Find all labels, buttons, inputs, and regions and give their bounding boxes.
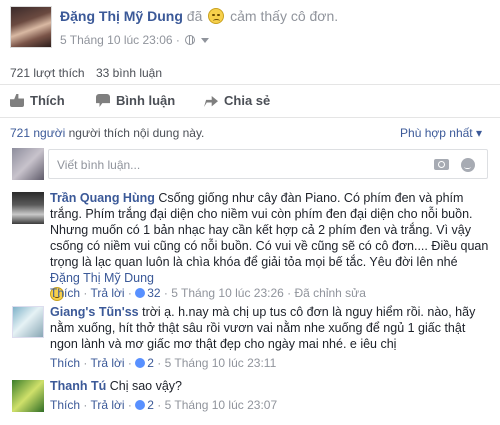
comment-placeholder: Viết bình luận... [57,158,141,172]
post-header: Đặng Thị Mỹ Dung đã cảm thấy cô đơn. 5 T… [0,0,500,62]
comment-time[interactable]: 5 Tháng 10 lúc 23:07 [165,398,278,412]
share-label: Chia sẻ [224,93,271,108]
comment-meta: Thích · Trả lời · 32 · 5 Tháng 10 lúc 23… [50,286,366,300]
reaction-count[interactable]: 32 [147,286,160,300]
likes-summary: 721 người người thích nội dung này. [10,126,204,140]
comment-body: Giang's Tũn'ss trời ạ. h.nay mà chị up t… [50,304,490,352]
sad-face-icon [208,8,225,24]
post-timestamp[interactable]: 5 Tháng 10 lúc 23:06 · [60,33,180,47]
comment-text: Chị sao vậy? [109,379,182,393]
comment-reply-link[interactable]: Trả lời [90,286,124,300]
comment-time[interactable]: 5 Tháng 10 lúc 23:26 [171,286,284,300]
author-avatar[interactable] [10,6,52,48]
commenter-name[interactable]: Trần Quang Hùng [50,191,155,205]
comment-time[interactable]: 5 Tháng 10 lúc 23:11 [165,356,277,370]
comment-like-link[interactable]: Thích [50,356,80,370]
compose-row: Viết bình luận... [0,146,500,182]
action-prefix: đã [186,8,203,24]
commenter-name[interactable]: Giang's Tũn'ss [50,305,139,319]
comment-like-link[interactable]: Thích [50,398,80,412]
comment-input[interactable]: Viết bình luận... [48,149,488,179]
commenter-avatar[interactable] [12,306,44,338]
like-button[interactable]: Thích [10,93,65,108]
reaction-count[interactable]: 2 [147,398,154,412]
comment-reply-link[interactable]: Trả lời [90,398,124,412]
sort-dropdown[interactable]: Phù hợp nhất ▾ [400,126,482,140]
post-meta: 5 Tháng 10 lúc 23:06 · [60,33,209,47]
like-label: Thích [30,93,65,108]
reaction-icon [135,358,146,368]
comment-count[interactable]: 33 bình luận [96,66,162,80]
commenter-avatar[interactable] [12,192,44,224]
action-bar: Thích Bình luận Chia sẻ [0,84,500,118]
commenter-avatar[interactable] [12,380,44,412]
feeling-text: cảm thấy cô đơn. [230,8,339,24]
comment-meta: Thích · Trả lời · 2 · 5 Tháng 10 lúc 23:… [50,398,278,412]
thumbs-up-icon [10,94,24,107]
tagged-user[interactable]: Đặng Thị Mỹ Dung [50,271,154,285]
reaction-icon [135,288,146,298]
commenter-name[interactable]: Thanh Tú [50,379,106,393]
likes-summary-text: người thích nội dung này. [68,126,205,140]
comment-body: Thanh Tú Chị sao vậy? [50,378,490,394]
comment-meta: Thích · Trả lời · 2 · 5 Tháng 10 lúc 23:… [50,356,277,370]
comment-label: Bình luận [116,93,176,108]
share-icon [204,95,218,107]
camera-icon[interactable] [434,159,449,170]
chevron-down-icon[interactable] [200,38,209,43]
stats-row: 721 lượt thích 33 bình luận [10,66,162,80]
like-count[interactable]: 721 lượt thích [10,66,85,80]
sticker-icon[interactable] [461,158,475,172]
reaction-count[interactable]: 2 [147,356,154,370]
comment-icon [96,94,110,107]
reaction-icon [135,400,146,410]
edited-label[interactable]: Đã chỉnh sửa [294,286,365,300]
author-name[interactable]: Đặng Thị Mỹ Dung [60,8,183,24]
comment-like-link[interactable]: Thích [50,286,80,300]
viewer-avatar [12,148,44,180]
comment-button[interactable]: Bình luận [96,93,175,108]
comment-reply-link[interactable]: Trả lời [90,356,124,370]
globe-icon[interactable] [185,35,196,45]
share-button[interactable]: Chia sẻ [204,93,270,108]
author-line: Đặng Thị Mỹ Dung đã cảm thấy cô đơn. [60,8,338,24]
likes-summary-count[interactable]: 721 người [10,126,65,140]
